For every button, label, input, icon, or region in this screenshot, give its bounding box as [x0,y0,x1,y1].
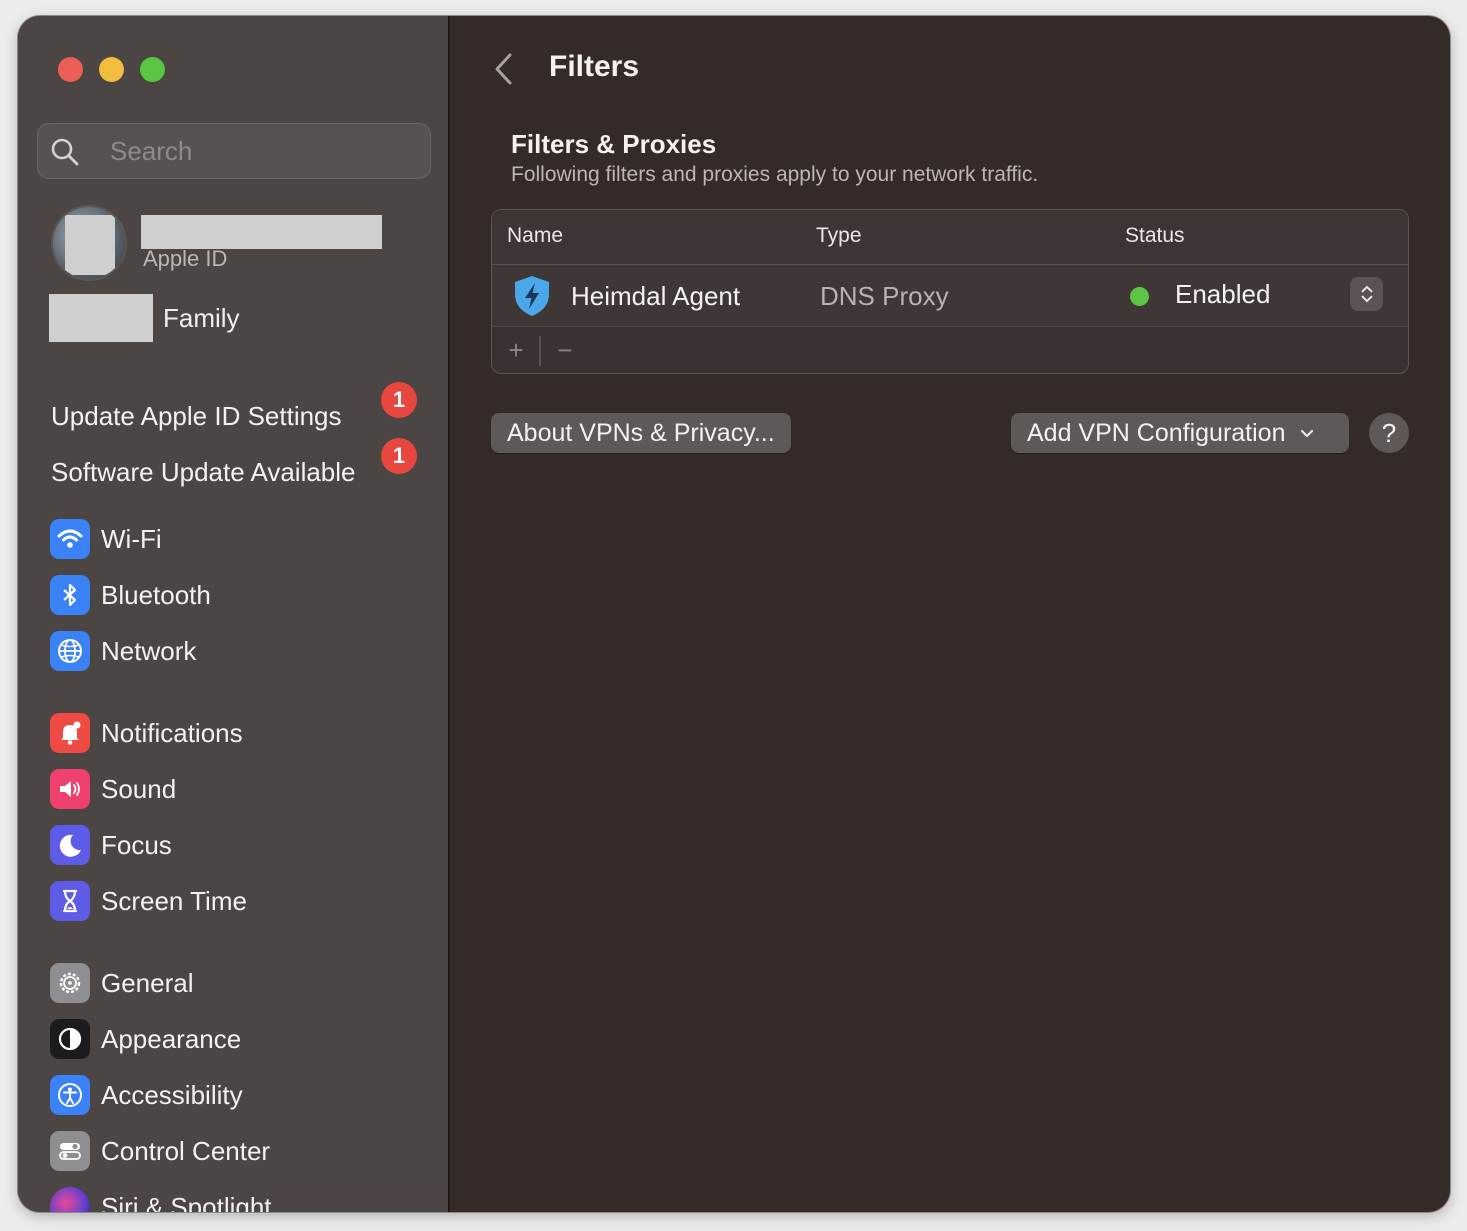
sidebar-item-label: Appearance [101,1023,242,1054]
sidebar-item-label: Bluetooth [101,579,211,610]
sidebar-item-network[interactable]: Network [50,630,430,672]
sidebar-item-bluetooth[interactable]: Bluetooth [50,574,430,616]
sidebar-item-sound[interactable]: Sound [50,768,430,810]
filters-table: Name Type Status Heimdal Agent DNS Proxy… [491,209,1409,374]
speaker-icon [50,769,90,809]
notification-badge: 1 [381,438,417,474]
about-vpns-privacy-button[interactable]: About VPNs & Privacy... [491,413,791,453]
filter-type: DNS Proxy [820,281,949,311]
sidebar-item-screen-time[interactable]: Screen Time [50,880,430,922]
column-header-type[interactable]: Type [816,224,862,248]
accessibility-icon [50,1075,90,1115]
status-popup-stepper[interactable] [1350,277,1383,311]
appearance-icon [50,1019,90,1059]
bluetooth-icon [50,575,90,615]
sidebar-item-label: Screen Time [101,885,247,916]
sidebar-item-siri-spotlight[interactable]: Siri & Spotlight [50,1186,430,1212]
sidebar-item-label: Focus [101,829,172,860]
sidebar-item-focus[interactable]: Focus [50,824,430,866]
filter-name: Heimdal Agent [571,281,741,311]
sidebar-item-label: Wi-Fi [101,523,162,554]
remove-filter-button[interactable]: − [550,337,580,363]
sidebar-item-label: Network [101,635,197,666]
table-header: Name Type Status [492,210,1408,265]
sidebar-item-general[interactable]: General [50,962,430,1004]
chevron-up-down-icon [1361,285,1372,303]
status-indicator [1130,287,1149,306]
search-icon [51,138,79,166]
sidebar-item-control-center[interactable]: Control Center [50,1130,430,1172]
wifi-icon [50,519,90,559]
section-title: Filters & Proxies [511,129,717,159]
section-subtitle: Following filters and proxies apply to y… [511,163,1039,186]
avatar-redaction [65,215,115,275]
update-apple-id-settings-item[interactable]: Update Apple ID Settings [51,401,342,432]
sidebar-item-notifications[interactable]: Notifications [50,712,430,754]
sidebar-item-label: General [101,967,194,998]
family-avatars-redaction[interactable] [49,294,153,342]
add-vpn-configuration-label: Add VPN Configuration [1027,418,1286,447]
close-window-button[interactable] [58,57,83,82]
toggles-icon [50,1131,90,1171]
column-header-name[interactable]: Name [507,224,563,248]
account-name-redaction[interactable] [141,215,382,249]
column-header-status[interactable]: Status [1125,224,1185,248]
hourglass-icon [50,881,90,921]
family-item[interactable]: Family [163,303,240,334]
zoom-window-button[interactable] [140,57,165,82]
settings-window: Apple ID Family Update Apple ID Settings… [18,16,1450,1212]
main-content: Filters Filters & Proxies Following filt… [452,16,1450,1212]
sidebar-item-accessibility[interactable]: Accessibility [50,1074,430,1116]
sidebar-item-label: Sound [101,773,177,804]
page-title: Filters [549,50,640,83]
search-input[interactable] [110,134,410,168]
software-update-item[interactable]: Software Update Available [51,457,356,488]
sidebar-item-label: Accessibility [101,1079,243,1110]
sidebar-item-appearance[interactable]: Appearance [50,1018,430,1060]
apple-id-label: Apple ID [143,246,228,271]
search-field[interactable] [37,123,431,179]
about-vpns-privacy-label: About VPNs & Privacy... [507,418,775,447]
table-row[interactable]: Heimdal Agent DNS Proxy Enabled [492,265,1408,327]
sidebar-item-wifi[interactable]: Wi-Fi [50,518,430,560]
back-chevron-icon[interactable] [490,49,516,89]
sidebar: Apple ID Family Update Apple ID Settings… [18,16,450,1212]
sidebar-item-label: Notifications [101,717,243,748]
window-controls [58,57,165,82]
siri-icon [50,1187,90,1212]
sidebar-item-label: Control Center [101,1135,271,1166]
help-button[interactable]: ? [1369,413,1409,453]
bell-icon [50,713,90,753]
add-vpn-configuration-button[interactable]: Add VPN Configuration [1011,413,1349,453]
moon-icon [50,825,90,865]
notification-badge: 1 [381,382,417,418]
avatar[interactable] [51,205,127,281]
globe-icon [50,631,90,671]
filter-status: Enabled [1175,279,1271,309]
heimdal-shield-icon [515,276,549,316]
chevron-down-icon [1301,429,1314,438]
minimize-window-button[interactable] [99,57,124,82]
sidebar-item-label: Siri & Spotlight [101,1191,272,1213]
add-filter-button[interactable]: + [501,337,531,363]
footer-divider [539,336,541,366]
gear-icon [50,963,90,1003]
